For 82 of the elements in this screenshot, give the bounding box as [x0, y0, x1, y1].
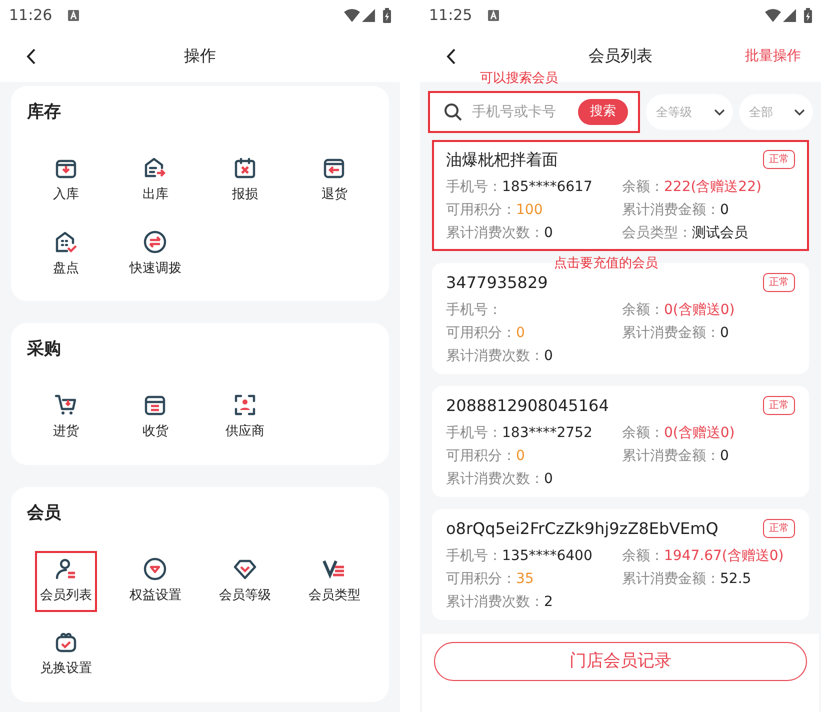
chevron-down-icon [714, 108, 725, 116]
member-field: 累计消费次数：0 [446, 468, 622, 491]
member-field: 手机号：135****6400 [446, 545, 622, 568]
gift-icon [54, 630, 78, 654]
battery-icon [383, 8, 391, 22]
gem-icon [143, 556, 168, 580]
status-time: 11:25 [429, 4, 472, 26]
member-field: 手机号： [446, 299, 622, 322]
house-icon [143, 156, 168, 180]
menu-item[interactable]: 兑换设置 [34, 624, 97, 686]
batch-action-link[interactable]: 批量操作 [745, 46, 801, 66]
status-badge: 正常 [763, 273, 795, 292]
menu-item[interactable]: 报损 [226, 150, 263, 212]
search-button[interactable]: 搜索 [578, 99, 628, 125]
member-name: 2088812908045164 [446, 395, 609, 417]
member-field: 余额：222(含赠送22) [622, 176, 795, 199]
menu-item[interactable]: 入库 [48, 150, 84, 212]
menu-item[interactable]: 收货 [137, 387, 174, 448]
page-title: 操作 [184, 45, 216, 67]
member-name: o8rQq5ei2FrCzZk9hj9zZ8EbVEmQ [446, 518, 718, 540]
member-field: 可用积分：0 [446, 445, 622, 468]
store-member-records-button[interactable]: 门店会员记录 [434, 642, 807, 681]
menu-item[interactable]: 供应商 [220, 387, 270, 448]
member-field: 累计消费金额：0 [622, 445, 795, 468]
menu-item[interactable]: 出库 [137, 150, 174, 212]
wifi-icon [344, 8, 360, 22]
member-card[interactable]: 2088812908045164 正常 手机号：183****2752 余额：0(含赠送0) 可用积分：0 累计消费金额：0 累计消费次数：0 [432, 386, 809, 497]
notification-icon [68, 10, 80, 20]
box-icon [322, 156, 346, 180]
section-title: 采购 [27, 338, 61, 361]
member-field: 可用积分：0 [446, 322, 622, 345]
search-icon [444, 103, 462, 121]
member-field: 可用积分：100 [446, 199, 622, 222]
back-icon[interactable] [26, 48, 36, 64]
menu-item[interactable]: 会员类型 [303, 550, 366, 612]
search-field[interactable]: 手机号或卡号 搜索 [428, 91, 640, 133]
member-field: 累计消费金额：0 [622, 322, 795, 345]
member-field: 余额：1947.67(含赠送0) [622, 545, 795, 568]
member-field: 可用积分：35 [446, 568, 622, 591]
status-badge: 正常 [763, 396, 795, 415]
member-card[interactable]: 油爆枇杷拌着面 正常 手机号：185****6617 余额：222(含赠送22) 可用积分：100 累计消费金额：0 累计消费次数：0 会员类型：测试会员 [432, 140, 809, 251]
member-field: 会员类型：测试会员 [622, 222, 795, 245]
member-field: 累计消费次数：0 [446, 222, 622, 245]
menu-item[interactable]: 盘点 [48, 224, 84, 285]
person-icon [54, 556, 78, 580]
section-title: 库存 [27, 101, 61, 124]
menu-item[interactable]: 退货 [316, 150, 352, 212]
signal-icon [783, 8, 796, 22]
chevron-down-icon [794, 108, 805, 116]
member-field: 累计消费金额：0 [622, 199, 795, 222]
battery-icon [804, 8, 812, 22]
member-field: 手机号：185****6617 [446, 176, 622, 199]
member-name: 3477935829 [446, 272, 548, 294]
page-title: 会员列表 [588, 45, 652, 67]
member-field: 手机号：183****2752 [446, 422, 622, 445]
menu-item[interactable]: 进货 [48, 387, 84, 448]
member-field: 余额：0(含赠送0) [622, 422, 795, 445]
member-card[interactable]: o8rQq5ei2FrCzZk9hj9zZ8EbVEmQ 正常 手机号：135****6400 余额：1947.67(含赠送0) 可用积分：35 累计消费金额：52.5 累计消费次数：2 [432, 509, 809, 620]
box-icon [143, 393, 168, 417]
member-field: 累计消费金额：52.5 [622, 568, 795, 591]
cart-icon [54, 393, 78, 417]
house-icon [54, 230, 78, 254]
section-title: 会员 [27, 502, 61, 524]
member-field: 累计消费次数：0 [446, 345, 622, 368]
calendar-icon [232, 156, 257, 180]
menu-item[interactable]: 权益设置 [124, 550, 186, 612]
swap-icon [143, 230, 168, 254]
menu-item[interactable]: 会员列表 [34, 550, 97, 612]
signal-icon [362, 8, 375, 22]
notification-icon [488, 10, 500, 20]
status-time: 11:26 [9, 4, 52, 26]
member-name: 油爆枇杷拌着面 [446, 149, 558, 171]
person-icon [232, 393, 257, 417]
menu-item[interactable]: 快速调拨 [124, 224, 186, 285]
status-badge: 正常 [763, 150, 795, 169]
status-badge: 正常 [763, 519, 795, 538]
back-icon[interactable] [446, 48, 456, 64]
menu-item[interactable]: 会员等级 [214, 550, 276, 612]
wifi-icon [765, 8, 781, 22]
member-field: 累计消费次数：2 [446, 591, 622, 614]
annotation-text: 可以搜索会员 [480, 70, 558, 88]
member-field: 余额：0(含赠送0) [622, 299, 795, 322]
